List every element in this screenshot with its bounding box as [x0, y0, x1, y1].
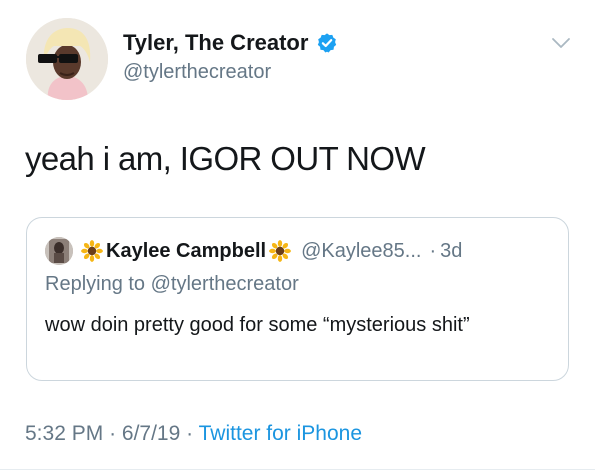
sunflower-emoji-icon [81, 240, 103, 262]
tweet-metadata: 5:32 PM · 6/7/19 · Twitter for iPhone [25, 422, 362, 446]
quoted-author-avatar[interactable] [45, 237, 73, 265]
author-name-text[interactable]: Tyler, The Creator [123, 30, 308, 56]
tweet-source-link[interactable]: Twitter for iPhone [199, 422, 362, 445]
quoted-avatar-image [45, 237, 73, 265]
quoted-tweet-age[interactable]: 3d [440, 240, 462, 263]
tweet-card: Tyler, The Creator @tylerthecreator yeah… [0, 0, 595, 473]
quoted-author-name[interactable]: Kaylee Campbell [106, 240, 266, 263]
tweet-date[interactable]: 6/7/19 [122, 422, 180, 445]
tweet-time[interactable]: 5:32 PM [25, 422, 103, 445]
quoted-tweet[interactable]: Kaylee Campbell @Kaylee85... · 3d Replyi… [26, 217, 569, 381]
divider [0, 469, 595, 470]
quoted-author-handle[interactable]: @Kaylee85... [301, 240, 421, 263]
verified-badge-icon [316, 32, 338, 54]
author-display-name[interactable]: Tyler, The Creator [123, 30, 338, 56]
sunflower-emoji-icon [269, 240, 291, 262]
quoted-tweet-header: Kaylee Campbell @Kaylee85... · 3d [45, 236, 462, 266]
separator-dot: · [109, 422, 117, 445]
author-avatar-image [26, 18, 108, 100]
author-handle[interactable]: @tylerthecreator [123, 61, 271, 84]
separator-dot: · [429, 239, 437, 262]
chevron-down-icon[interactable] [551, 36, 571, 50]
tweet-text: yeah i am, IGOR OUT NOW [25, 140, 426, 177]
replying-to-label[interactable]: Replying to @tylerthecreator [45, 273, 299, 296]
author-avatar[interactable] [26, 18, 108, 100]
separator-dot: · [186, 422, 194, 445]
quoted-tweet-text: wow doin pretty good for some “mysteriou… [45, 314, 470, 336]
